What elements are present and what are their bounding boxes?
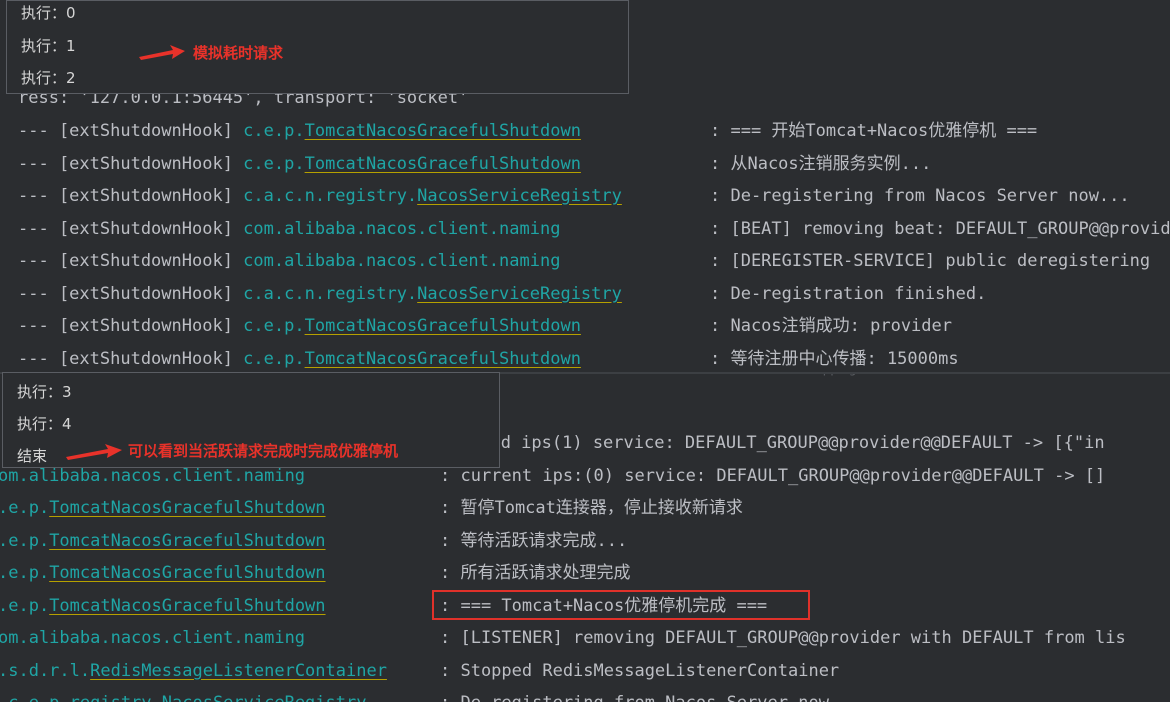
thread-prefix: --- [extShutdownHook] (18, 251, 244, 271)
highlight-box (432, 590, 810, 620)
exec-line-4: 执行：4 (17, 415, 72, 433)
logger-class-name[interactable]: TomcatNacosGracefulShutdown (49, 596, 325, 616)
logger-class-link[interactable]: c.e.p.TomcatNacosGracefulShutdown (243, 349, 581, 369)
logger-package: com.alibaba.nacos.client.naming (243, 251, 561, 271)
log-message: : 所有活跃请求处理完成 (440, 563, 631, 583)
logger-package: com.alibaba.nacos.client.naming (243, 219, 561, 239)
tool-tab[interactable]: Console (520, 374, 568, 376)
tool-tab[interactable]: Actuator (615, 374, 666, 376)
logger-package: .e.p. (0, 563, 50, 583)
log-message: : 从Nacos注销服务实例... (710, 154, 932, 174)
annotation-simulated-request: 模拟耗时请求 (193, 44, 284, 62)
log-line: --- [extShutdownHook] c.e.p.TomcatNacosG… (18, 120, 581, 142)
logger-class-link[interactable]: c.a.c.n.registry.NacosServiceRegistry (243, 284, 622, 304)
logger-package: om.alibaba.nacos.client.naming (0, 466, 306, 486)
log-message: : [BEAT] removing beat: DEFAULT_GROUP@@p… (710, 219, 1170, 239)
logger-class-link[interactable]: .e.p.TomcatNacosGracefulShutdown (0, 562, 326, 584)
thread-prefix: --- [extShutdownHook] (18, 121, 244, 141)
logger-package: c.a.c.n.registry. (243, 186, 418, 206)
logger-class-name[interactable]: TomcatNacosGracefulShutdown (305, 154, 581, 174)
log-line: --- [extShutdownHook] c.e.p.TomcatNacosG… (18, 153, 581, 175)
thread-prefix: --- [extShutdownHook] (18, 186, 244, 206)
logger-class-name[interactable]: TomcatNacosGracefulShutdown (305, 349, 581, 369)
logger-package: .s.d.r.l. (0, 661, 91, 681)
tool-tab[interactable]: Beans (665, 374, 702, 376)
log-message: : De-registration finished. (710, 284, 987, 304)
logger-class-link[interactable]: .e.p.TomcatNacosGracefulShutdown (0, 595, 326, 617)
logger-class-name[interactable]: NacosServiceRegistry (417, 284, 622, 304)
exec-line-0: 执行：0 (21, 4, 76, 22)
logger-class-name[interactable]: TomcatNacosGracefulShutdown (49, 563, 325, 583)
log-message: : === 开始Tomcat+Nacos优雅停机 === (710, 121, 1038, 141)
log-message: : De-registering from Nacos Server now..… (440, 692, 860, 702)
logger-class-name[interactable]: TomcatNacosGracefulShutdown (49, 498, 325, 518)
logger-class-link[interactable]: .e.p.TomcatNacosGracefulShutdown (0, 497, 326, 519)
log-message: : Nacos注销成功: provider (710, 316, 952, 336)
exec-line-end: 结束 (17, 447, 48, 465)
logger-class-link[interactable]: com.alibaba.nacos.client.naming (243, 219, 560, 239)
logger-class-link[interactable]: .e.p.TomcatNacosGracefulShutdown (0, 530, 326, 552)
log-line: --- [extShutdownHook] c.e.p.TomcatNacosG… (18, 315, 581, 337)
exec-line-2: 执行：2 (21, 69, 76, 87)
log-message: : 等待活跃请求完成... (440, 531, 628, 551)
arrow-icon (139, 45, 185, 60)
logger-class-link[interactable]: om.alibaba.nacos.client.naming (0, 465, 305, 487)
thread-prefix: --- [extShutdownHook] (18, 349, 244, 369)
logger-class-name[interactable]: TomcatNacosGracefulShutdown (305, 121, 581, 141)
logger-package: .e.p. (0, 498, 50, 518)
tool-tab[interactable]: Health (712, 374, 751, 376)
logger-class-name[interactable]: TomcatNacosGracefulShutdown (305, 316, 581, 336)
annotation-graceful-complete: 可以看到当活跃请求完成时完成优雅停机 (128, 442, 399, 460)
tool-tab[interactable]: Environment (920, 374, 997, 376)
logger-class-link[interactable]: c.e.p.TomcatNacosGracefulShutdown (243, 316, 581, 336)
logger-class-name[interactable]: TomcatNacosGracefulShutdown (49, 531, 325, 551)
logger-package: .e.p. (0, 531, 50, 551)
tool-tab[interactable]: Mappings (805, 374, 863, 376)
exec-line-3: 执行：3 (17, 383, 72, 401)
logger-package: c.a.c.n.registry. (243, 284, 418, 304)
log-message: : Stopped RedisMessageListenerContainer (440, 661, 840, 681)
logger-class-link[interactable]: om.alibaba.nacos.client.naming (0, 627, 305, 649)
logger-package: c.e.p. (243, 316, 305, 336)
log-message: : [DEREGISTER-SERVICE] public deregister… (710, 251, 1151, 271)
log-message: : 等待注册中心传播: 15000ms (710, 349, 959, 369)
log-message: : De-registering from Nacos Server now..… (710, 186, 1130, 206)
log-message: : 暂停Tomcat连接器，停止接收新请求 (440, 498, 743, 518)
thread-prefix: --- [extShutdownHook] (18, 219, 244, 239)
log-line: --- [extShutdownHook] com.alibaba.nacos.… (18, 218, 560, 240)
logger-class-link[interactable]: .s.d.r.l.RedisMessageListenerContainer (0, 660, 387, 682)
logger-class-link[interactable]: c.e.p.TomcatNacosGracefulShutdown (243, 121, 581, 141)
logger-class-link[interactable]: c.e.p.TomcatNacosGracefulShutdown (243, 154, 581, 174)
logger-class-link[interactable]: com.alibaba.nacos.client.naming (243, 251, 560, 271)
logger-class-name[interactable]: RedisMessageListenerContainer (90, 661, 387, 681)
logger-class-link[interactable]: c.a.c.n.registry.NacosServiceRegistry (243, 186, 622, 206)
logger-package: c.e.p. (243, 154, 305, 174)
logger-class-name[interactable]: NacosServiceRegistry (417, 186, 622, 206)
log-line: --- [extShutdownHook] c.a.c.n.registry.N… (18, 185, 622, 207)
logger-class-link[interactable]: .c.e.p.registry.NacosServiceRegistry (0, 692, 366, 702)
log-message: : [LISTENER] removing DEFAULT_GROUP@@pro… (440, 628, 1126, 648)
thread-prefix: --- [extShutdownHook] (18, 284, 244, 304)
arrow-icon (66, 444, 122, 460)
log-line: --- [extShutdownHook] c.e.p.TomcatNacosG… (18, 348, 581, 370)
logger-class-name[interactable]: NacosServiceRegistry (162, 693, 367, 702)
log-line: --- [extShutdownHook] com.alibaba.nacos.… (18, 250, 560, 272)
logger-package: c.e.p. (243, 349, 305, 369)
logger-package: .e.p. (0, 596, 50, 616)
logger-package: om.alibaba.nacos.client.naming (0, 628, 306, 648)
exec-line-1: 执行：1 (21, 37, 76, 55)
logger-package: .c.e.p.registry. (0, 693, 162, 702)
logger-package: c.e.p. (243, 121, 305, 141)
log-line: --- [extShutdownHook] c.a.c.n.registry.N… (18, 283, 622, 305)
thread-prefix: --- [extShutdownHook] (18, 154, 244, 174)
log-message: : current ips:(0) service: DEFAULT_GROUP… (440, 466, 1106, 486)
log-message: oved ips(1) service: DEFAULT_GROUP@@prov… (470, 433, 1105, 453)
thread-prefix: --- [extShutdownHook] (18, 316, 244, 336)
top-exec-overlay: 执行：0 执行：1 执行：2 (6, 0, 629, 94)
